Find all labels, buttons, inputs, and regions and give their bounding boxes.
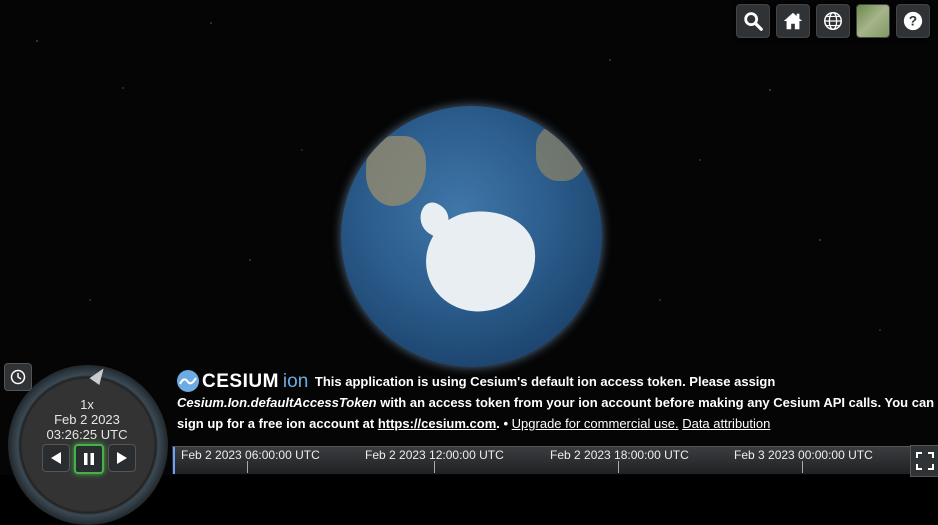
timeline-tick-label: Feb 2 2023 06:00:00 UTC: [181, 448, 320, 462]
timeline-cursor[interactable]: [173, 447, 175, 474]
timeline-tick-mark: [247, 461, 248, 473]
cesium-logo-text: CESIUM: [202, 370, 279, 392]
south-america-landmass: [366, 136, 426, 206]
base-layer-picker-button[interactable]: [856, 4, 890, 38]
upgrade-link[interactable]: Upgrade for commercial use.: [512, 416, 679, 431]
search-button[interactable]: [736, 4, 770, 38]
timeline-tick-label: Feb 2 2023 18:00:00 UTC: [550, 448, 689, 462]
fullscreen-button[interactable]: [910, 445, 938, 477]
pause-button[interactable]: [74, 444, 104, 474]
svg-text:?: ?: [909, 14, 917, 29]
clock-icon: [10, 369, 26, 385]
token-message-part1: This application is using Cesium's defau…: [314, 374, 776, 389]
africa-landmass: [536, 126, 586, 181]
help-icon: ?: [903, 11, 923, 31]
animation-controls: [42, 444, 136, 474]
cesium-logo-icon: [177, 370, 199, 392]
play-reverse-button[interactable]: [42, 444, 70, 472]
globe[interactable]: [341, 106, 602, 367]
pause-icon: [84, 453, 94, 465]
play-forward-button[interactable]: [108, 444, 136, 472]
animation-widget: 1x Feb 2 2023 03:26:25 UTC: [0, 360, 172, 525]
globe-icon: [824, 12, 842, 30]
timeline-tick-mark: [434, 461, 435, 473]
help-button[interactable]: ?: [896, 4, 930, 38]
home-button[interactable]: [776, 4, 810, 38]
time-label: 03:26:25 UTC: [46, 427, 128, 442]
token-message-part3: . •: [496, 416, 512, 431]
speed-label: 1x: [80, 397, 94, 412]
data-attribution-link[interactable]: Data attribution: [682, 416, 770, 431]
ion-logo-text: ion: [282, 370, 309, 392]
play-forward-icon: [117, 452, 127, 464]
animation-status: 1x Feb 2 2023 03:26:25 UTC: [45, 397, 129, 442]
cesium-ion-logo[interactable]: CESIUM ion: [177, 370, 308, 392]
token-message-code: Cesium.Ion.defaultAccessToken: [177, 395, 377, 410]
timeline-tick-label: Feb 2 2023 12:00:00 UTC: [365, 448, 504, 462]
home-icon: [783, 12, 803, 30]
toolbar: ?: [736, 4, 930, 38]
date-label: Feb 2 2023: [54, 412, 120, 427]
credit-container: CESIUM ion This application is using Cesi…: [177, 370, 937, 434]
timeline-tick-mark: [618, 461, 619, 473]
search-icon: [744, 12, 763, 31]
scene-mode-button[interactable]: [816, 4, 850, 38]
cesium-website-link[interactable]: https://cesium.com: [378, 416, 496, 431]
clock-button[interactable]: [4, 363, 32, 391]
timeline-tick-label: Feb 3 2023 00:00:00 UTC: [734, 448, 873, 462]
timeline[interactable]: Feb 2 2023 06:00:00 UTC Feb 2 2023 12:00…: [172, 446, 910, 474]
play-reverse-icon: [51, 452, 61, 464]
fullscreen-icon: [916, 452, 934, 470]
timeline-tick-mark: [802, 461, 803, 473]
